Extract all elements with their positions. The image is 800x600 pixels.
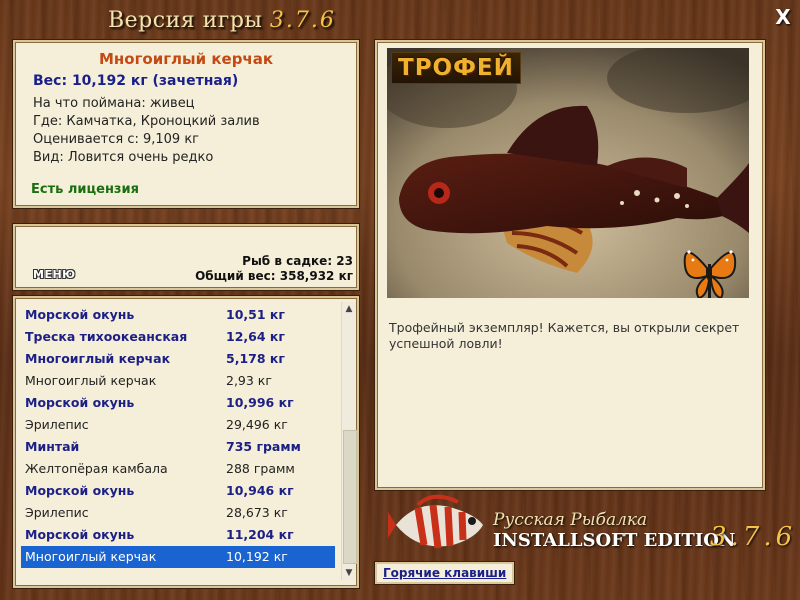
catch-fish-weight: 29,496 кг — [226, 417, 288, 432]
fish-count: Рыб в садке: 23 — [242, 254, 353, 268]
catch-fish-weight: 5,178 кг — [226, 351, 285, 366]
trophy-badge: ТРОФЕЙ — [391, 52, 521, 84]
catch-fish-weight: 10,996 кг — [226, 395, 294, 410]
scroll-up-icon[interactable]: ▲ — [342, 302, 356, 316]
catch-fish-name: Многоиглый керчак — [25, 351, 171, 366]
keepnet-status-panel: МЕНЮ Рыб в садке: 23 Общий вес: 358,932 … — [13, 224, 359, 290]
hotkeys-button[interactable]: Горячие клавиши — [375, 562, 515, 584]
catch-fish-name: Морской окунь — [25, 527, 135, 542]
catch-list-panel: Морской окунь 10,51 кг Треска тихоокеанска… — [13, 296, 359, 588]
catch-fish-name: Многоиглый керчак — [25, 373, 157, 388]
brand-line1: Русская Рыбалка — [493, 510, 648, 530]
catch-list-item[interactable]: Морской окунь 10,946 кг — [21, 480, 335, 502]
catch-list-item[interactable]: Эрилепис 28,673 кг — [21, 502, 335, 524]
title-version: 3.7.6 — [269, 8, 336, 33]
menu-button[interactable]: МЕНЮ — [33, 268, 76, 281]
scroll-down-icon[interactable]: ▼ — [342, 566, 356, 580]
catch-fish-weight: 11,204 кг — [226, 527, 294, 542]
catch-fish-name: Минтай — [25, 439, 80, 454]
catch-list-item[interactable]: Многоиглый керчак 2,93 кг — [21, 370, 335, 392]
title-prefix: Версия игры — [108, 8, 263, 33]
catch-fish-name: Желтопёрая камбала — [25, 461, 168, 476]
catch-fish-name: Морской окунь — [25, 395, 135, 410]
catch-list-item[interactable]: Треска тихоокеанская 12,64 кг — [21, 326, 335, 348]
window-title: Версия игры 3.7.6 — [108, 8, 336, 33]
trophy-panel: ТРОФЕЙ Трофейный экземпляр! Кажется, вы … — [375, 40, 765, 490]
valued-info: Оценивается с: 9,109 кг — [33, 132, 200, 147]
catch-fish-weight: 12,64 кг — [226, 329, 285, 344]
fish-weight: Вес: 10,192 кг (зачетная) — [33, 73, 239, 89]
trophy-caption: Трофейный экземпляр! Кажется, вы открыли… — [389, 320, 740, 351]
catch-fish-name: Многоиглый керчак — [25, 549, 157, 564]
catch-fish-weight: 10,946 кг — [226, 483, 294, 498]
catch-fish-weight: 2,93 кг — [226, 373, 272, 388]
catch-list-item[interactable]: Минтай 735 грамм — [21, 436, 335, 458]
catch-list-item[interactable]: Многоиглый керчак 10,192 кг — [21, 546, 335, 568]
brand-version: 3.7.6 — [710, 522, 797, 552]
fish-photo: ТРОФЕЙ — [387, 48, 749, 298]
catch-fish-weight: 10,51 кг — [226, 307, 285, 322]
place-info: Где: Камчатка, Кроноцкий залив — [33, 114, 260, 129]
catch-fish-weight: 288 грамм — [226, 461, 295, 476]
catch-fish-name: Треска тихоокеанская — [25, 329, 188, 344]
catch-list[interactable]: Морской окунь 10,51 кг Треска тихоокеанска… — [21, 304, 335, 568]
license-status: Есть лицензия — [31, 182, 139, 197]
catch-list-item[interactable]: Эрилепис 29,496 кг — [21, 414, 335, 436]
catch-list-scrollbar[interactable]: ▲ ▼ — [341, 302, 357, 580]
catch-list-item[interactable]: Морской окунь 10,51 кг — [21, 304, 335, 326]
close-button[interactable]: X — [772, 6, 794, 28]
catch-fish-weight: 735 грамм — [226, 439, 301, 454]
catch-list-item[interactable]: Морской окунь 10,996 кг — [21, 392, 335, 414]
catch-fish-name: Морской окунь — [25, 483, 135, 498]
catch-fish-name: Эрилепис — [25, 417, 89, 432]
total-weight: Общий вес: 358,932 кг — [195, 269, 353, 283]
catch-list-item[interactable]: Желтопёрая камбала 288 грамм — [21, 458, 335, 480]
game-logo-fish-icon — [388, 494, 483, 549]
catch-info-panel: Многоиглый керчак Вес: 10,192 кг (зачетн… — [13, 40, 359, 208]
bait-info: На что поймана: живец — [33, 96, 195, 111]
fish-name: Многоиглый керчак — [98, 50, 274, 68]
catch-fish-weight: 28,673 кг — [226, 505, 288, 520]
brand-line2: INSTALLSOFT EDITION — [493, 530, 736, 551]
kind-info: Вид: Ловится очень редко — [33, 150, 214, 165]
catch-list-item[interactable]: Морской окунь 11,204 кг — [21, 524, 335, 546]
catch-fish-name: Морской окунь — [25, 307, 135, 322]
catch-fish-name: Эрилепис — [25, 505, 89, 520]
catch-fish-weight: 10,192 кг — [226, 549, 288, 564]
scroll-thumb[interactable] — [343, 430, 357, 564]
catch-list-item[interactable]: Многоиглый керчак 5,178 кг — [21, 348, 335, 370]
sculpin-illustration — [387, 48, 749, 298]
